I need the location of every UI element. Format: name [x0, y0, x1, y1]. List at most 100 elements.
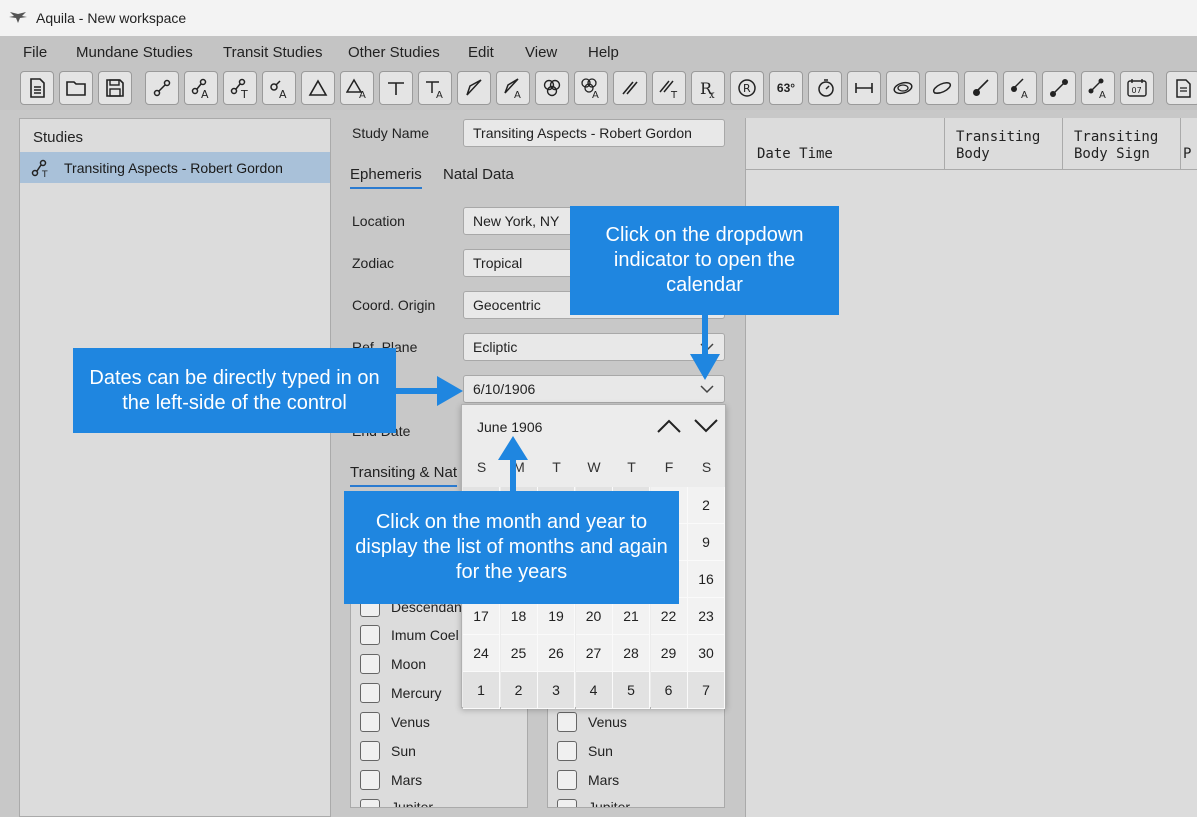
menu-other-studies[interactable]: Other Studies: [348, 44, 440, 61]
column-header-date-time[interactable]: Date Time: [746, 118, 945, 170]
list-item[interactable]: Venus: [557, 712, 627, 732]
chevron-up-icon[interactable]: [656, 417, 682, 435]
calendar-07-icon[interactable]: 07: [1120, 71, 1154, 105]
conjunction-a-icon[interactable]: A: [262, 71, 296, 105]
study-item-label: Transiting Aspects - Robert Gordon: [64, 159, 283, 176]
dots-a-icon[interactable]: A: [1081, 71, 1115, 105]
parallel-icon[interactable]: [613, 71, 647, 105]
callout-arrow-down: [690, 314, 720, 380]
save-icon[interactable]: [98, 71, 132, 105]
parallel-t-icon[interactable]: T: [652, 71, 686, 105]
tab-ephemeris[interactable]: Ephemeris: [350, 166, 422, 189]
list-item[interactable]: Imum Coel: [360, 625, 459, 645]
orbit-tilted-icon[interactable]: [925, 71, 959, 105]
needle-a-icon[interactable]: A: [1003, 71, 1037, 105]
menu-mundane-studies[interactable]: Mundane Studies: [76, 44, 193, 61]
start-date-picker[interactable]: 6/10/1906: [463, 375, 725, 403]
calendar-day[interactable]: 2: [688, 487, 725, 524]
chevron-down-icon[interactable]: [700, 383, 714, 395]
calendar-day[interactable]: 29: [650, 635, 688, 672]
list-item[interactable]: Mars: [360, 770, 422, 790]
span-icon[interactable]: [847, 71, 881, 105]
calendar-day[interactable]: 28: [613, 635, 650, 672]
checkbox[interactable]: [360, 625, 380, 645]
checkbox[interactable]: [557, 741, 577, 761]
list-item[interactable]: Mercury: [360, 683, 442, 703]
kite-a-icon[interactable]: A: [496, 71, 530, 105]
study-item[interactable]: T Transiting Aspects - Robert Gordon: [20, 152, 330, 183]
calendar-day[interactable]: 16: [688, 561, 725, 598]
aspect-line-icon[interactable]: [145, 71, 179, 105]
list-item[interactable]: Moon: [360, 654, 426, 674]
checkbox[interactable]: [557, 799, 577, 807]
kite-icon[interactable]: [457, 71, 491, 105]
aquila-eagle-icon: [8, 11, 28, 25]
checkbox[interactable]: [557, 770, 577, 790]
calendar-day[interactable]: 2: [500, 672, 538, 709]
calendar-day[interactable]: 9: [688, 524, 725, 561]
svg-text:T: T: [670, 90, 678, 99]
checkbox[interactable]: [360, 712, 380, 732]
list-item[interactable]: Sun: [557, 741, 613, 761]
menu-view[interactable]: View: [525, 44, 557, 61]
menu-help[interactable]: Help: [588, 44, 619, 61]
checkbox[interactable]: [360, 770, 380, 790]
ref-plane-select[interactable]: Ecliptic: [463, 333, 725, 361]
triangle-a-icon[interactable]: A: [340, 71, 374, 105]
dots-line-icon[interactable]: [1042, 71, 1076, 105]
checkbox[interactable]: [360, 799, 380, 807]
circles-icon[interactable]: [535, 71, 569, 105]
list-item[interactable]: Sun: [360, 741, 416, 761]
studies-panel: Studies T Transiting Aspects - Robert Go…: [19, 118, 331, 817]
menu-file[interactable]: File: [23, 44, 47, 61]
new-document-icon[interactable]: [20, 71, 54, 105]
svg-text:07: 07: [1132, 86, 1142, 95]
list-item[interactable]: Jupiter: [360, 799, 433, 807]
calendar-day[interactable]: 26: [538, 635, 575, 672]
t-square-a-icon[interactable]: A: [418, 71, 452, 105]
menu-transit-studies[interactable]: Transit Studies: [223, 44, 323, 61]
list-item[interactable]: Venus: [360, 712, 430, 732]
orbit-icon[interactable]: [886, 71, 920, 105]
calendar-day[interactable]: 3: [538, 672, 575, 709]
aspect-t-icon[interactable]: T: [223, 71, 257, 105]
calendar-day[interactable]: 27: [575, 635, 613, 672]
calendar-month-year-button[interactable]: June 1906: [477, 419, 542, 435]
circles-a-icon[interactable]: A: [574, 71, 608, 105]
study-name-input[interactable]: Transiting Aspects - Robert Gordon: [463, 119, 725, 147]
menu-edit[interactable]: Edit: [468, 44, 494, 61]
list-item[interactable]: Mars: [557, 770, 619, 790]
calendar-day[interactable]: 7: [688, 672, 725, 709]
triangle-icon[interactable]: [301, 71, 335, 105]
column-header-partial[interactable]: P: [1181, 118, 1197, 170]
calendar-day[interactable]: 6: [650, 672, 688, 709]
checkbox[interactable]: [557, 712, 577, 732]
open-folder-icon[interactable]: [59, 71, 93, 105]
report-icon[interactable]: [1166, 71, 1197, 105]
aspect-a-icon[interactable]: A: [184, 71, 218, 105]
checkbox[interactable]: [360, 741, 380, 761]
chevron-down-icon[interactable]: [693, 417, 719, 435]
t-square-icon[interactable]: [379, 71, 413, 105]
calendar-day[interactable]: 24: [463, 635, 500, 672]
tab-transiting-natal[interactable]: Transiting & Nat: [350, 464, 457, 487]
registered-icon[interactable]: R: [730, 71, 764, 105]
list-item[interactable]: Jupiter: [557, 799, 630, 807]
prescription-icon[interactable]: Rx: [691, 71, 725, 105]
calendar-day[interactable]: 1: [463, 672, 500, 709]
degree-63-icon[interactable]: 63°: [769, 71, 803, 105]
tab-natal-data[interactable]: Natal Data: [443, 166, 514, 183]
timer-icon[interactable]: [808, 71, 842, 105]
calendar-day[interactable]: 4: [575, 672, 613, 709]
checkbox[interactable]: [360, 654, 380, 674]
calendar-day[interactable]: 30: [688, 635, 725, 672]
checkbox[interactable]: [360, 683, 380, 703]
column-header-transiting-body[interactable]: Transiting Body: [945, 118, 1063, 170]
column-header-transiting-body-sign[interactable]: Transiting Body Sign: [1063, 118, 1181, 170]
calendar-day[interactable]: 5: [613, 672, 650, 709]
calendar-day[interactable]: 23: [688, 598, 725, 635]
callout-arrow-up: [498, 436, 528, 494]
calendar-day[interactable]: 25: [500, 635, 538, 672]
svg-text:A: A: [359, 90, 366, 99]
needle-icon[interactable]: [964, 71, 998, 105]
